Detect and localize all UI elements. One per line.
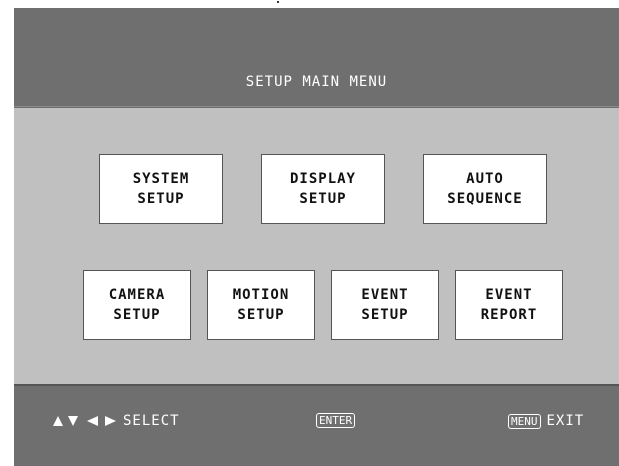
event-report-label-line1: EVENT [485,287,533,303]
menu-footer: SELECT ENTER MENU EXIT [14,386,619,466]
arrow-left-icon [87,416,98,426]
select-hint: SELECT [52,413,180,429]
arrow-down-icon [68,416,78,426]
motion-setup-label-line1: MOTION [232,287,290,303]
dvr-osd-screen: SETUP MAIN MENU SYSTEM SETUP DISPLAY SET… [14,8,619,466]
exit-hint: MENU EXIT [508,413,584,429]
menu-panel: SYSTEM SETUP DISPLAY SETUP AUTO SEQUENCE… [14,108,619,386]
display-setup-label-line2: SETUP [299,191,347,207]
event-setup-button[interactable]: EVENT SETUP [331,270,439,340]
system-setup-button[interactable]: SYSTEM SETUP [99,154,223,224]
enter-hint: ENTER [316,413,356,428]
event-report-button[interactable]: EVENT REPORT [455,270,563,340]
arrow-up-icon [53,416,63,426]
menu-key-badge: MENU [508,413,541,429]
motion-setup-label-line2: SETUP [237,307,285,323]
event-setup-label-line1: EVENT [361,287,409,303]
display-setup-label-line1: DISPLAY [289,171,356,187]
auto-sequence-button[interactable]: AUTO SEQUENCE [423,154,547,224]
direction-arrows [52,415,117,427]
exit-label: EXIT [546,413,585,429]
auto-sequence-label-line2: SEQUENCE [447,191,523,207]
menu-header: SETUP MAIN MENU [14,8,619,107]
camera-setup-label-line1: CAMERA [108,287,166,303]
event-setup-label-line2: SETUP [361,307,409,323]
system-setup-label-line1: SYSTEM [132,171,190,187]
top-marker [277,1,279,3]
display-setup-button[interactable]: DISPLAY SETUP [261,154,385,224]
enter-key-badge: ENTER [316,413,356,428]
motion-setup-button[interactable]: MOTION SETUP [207,270,315,340]
select-label: SELECT [123,413,180,429]
event-report-label-line2: REPORT [480,307,538,323]
camera-setup-label-line2: SETUP [113,307,161,323]
auto-sequence-label-line1: AUTO [466,171,504,187]
arrow-right-icon [105,416,116,426]
camera-setup-button[interactable]: CAMERA SETUP [83,270,191,340]
page-title: SETUP MAIN MENU [245,74,388,90]
system-setup-label-line2: SETUP [137,191,185,207]
